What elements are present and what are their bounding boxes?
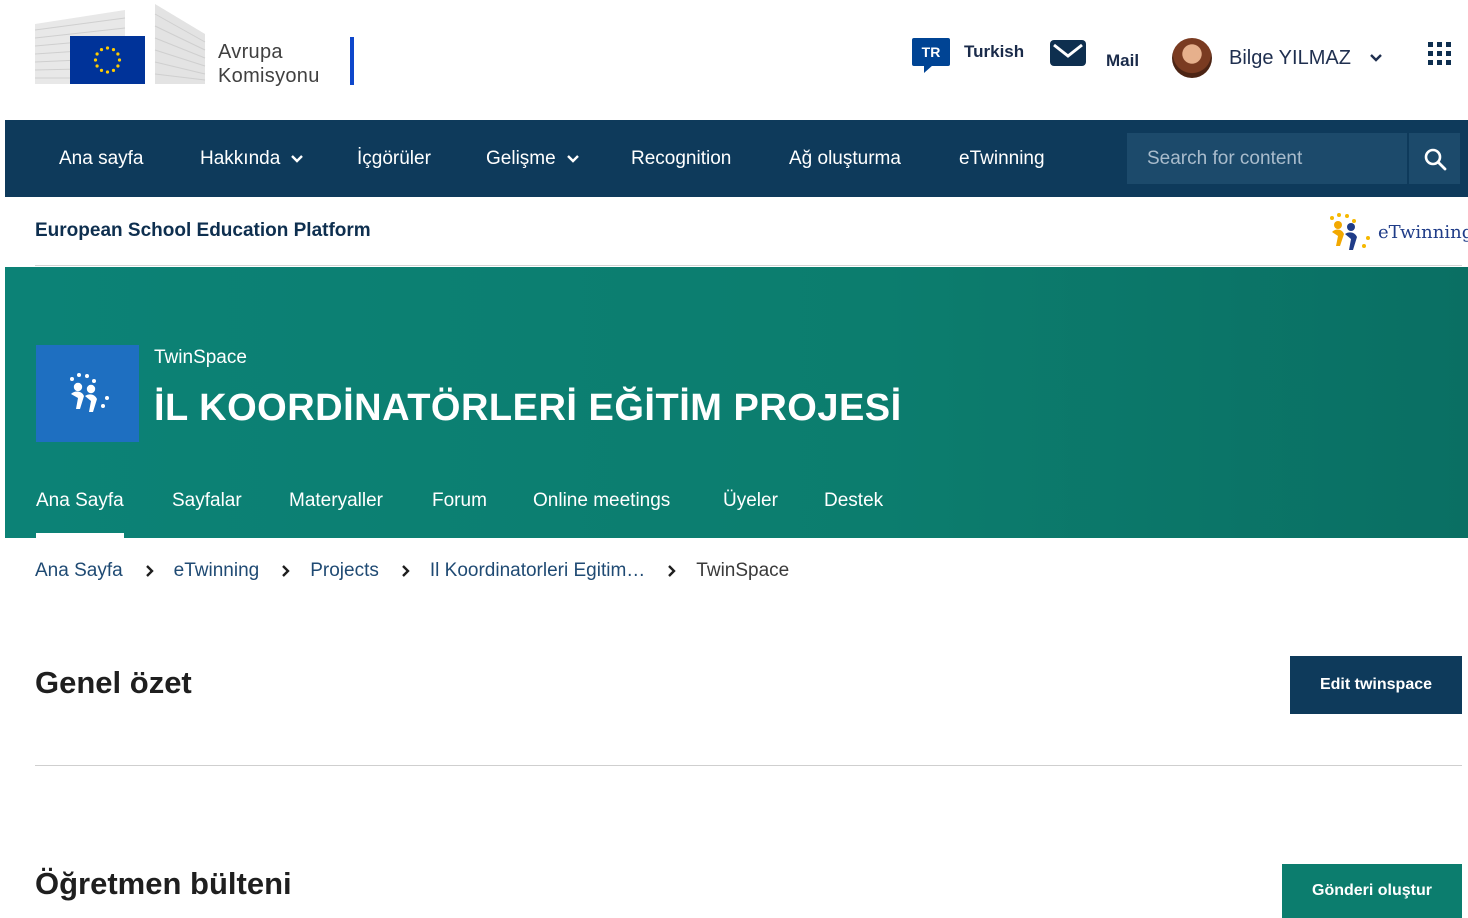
- create-post-button[interactable]: Gönderi oluştur: [1282, 864, 1462, 918]
- apps-grid-icon[interactable]: [1428, 42, 1452, 66]
- overview-title: Genel özet: [35, 665, 192, 700]
- teacher-bulletin-title: Öğretmen bülteni: [35, 866, 292, 901]
- tab-members[interactable]: Üyeler: [723, 490, 778, 538]
- nav-item-label: Recognition: [631, 147, 732, 169]
- tab-label: Materyaller: [289, 490, 383, 511]
- etwinning-figures-icon: [69, 372, 109, 412]
- avatar: [1172, 38, 1212, 78]
- create-post-label: Gönderi oluştur: [1312, 882, 1432, 899]
- etwinning-logo[interactable]: eTwinning: [1324, 212, 1468, 252]
- tab-label: Online meetings: [533, 490, 671, 511]
- platform-title[interactable]: European School Education Platform: [35, 220, 371, 242]
- chevron-down-icon: [1370, 54, 1382, 62]
- search-input[interactable]: Search for content: [1127, 133, 1407, 184]
- language-code-badge: TR: [912, 38, 950, 73]
- language-selector[interactable]: TR Turkish: [912, 38, 1025, 73]
- platform-divider: [35, 265, 1462, 266]
- user-menu[interactable]: Bilge YILMAZ: [1172, 38, 1383, 78]
- twinspace-logo: [36, 345, 139, 442]
- tab-materials[interactable]: Materyaller: [289, 490, 383, 538]
- mail-icon: [1050, 40, 1086, 66]
- twinspace-label: TwinSpace: [154, 347, 247, 368]
- breadcrumb-separator: [401, 564, 411, 578]
- search-icon: [1424, 148, 1446, 170]
- ec-logo-text: Avrupa Komisyonu: [218, 40, 320, 88]
- nav-item-networking[interactable]: Ağ oluşturma: [789, 120, 901, 197]
- nav-item-about[interactable]: Hakkında: [200, 120, 304, 197]
- nav-item-label: Ağ oluşturma: [789, 147, 901, 169]
- site-header: Avrupa Komisyonu TR Turkish Mail Bilge Y…: [0, 0, 1468, 120]
- ec-logo-divider: [350, 37, 354, 85]
- language-label: Turkish: [964, 42, 1025, 61]
- breadcrumb-separator: [281, 564, 291, 578]
- chevron-down-icon: [291, 154, 304, 163]
- section-divider: [35, 765, 1462, 766]
- nav-item-insights[interactable]: İçgörüler: [357, 120, 431, 197]
- breadcrumb-separator: [145, 564, 155, 578]
- edit-twinspace-button[interactable]: Edit twinspace: [1290, 656, 1462, 714]
- search-placeholder: Search for content: [1147, 147, 1303, 169]
- tab-label: Ana Sayfa: [36, 490, 124, 511]
- nav-item-label: İçgörüler: [357, 147, 431, 169]
- nav-item-home[interactable]: Ana sayfa: [59, 120, 144, 197]
- nav-item-recognition[interactable]: Recognition: [631, 120, 731, 197]
- chevron-right-icon: [145, 565, 154, 577]
- tab-label: Sayfalar: [172, 490, 242, 511]
- chevron-down-icon: [566, 154, 579, 163]
- tab-support[interactable]: Destek: [824, 490, 883, 538]
- breadcrumb-current: TwinSpace: [696, 560, 790, 581]
- nav-item-label: eTwinning: [959, 147, 1045, 169]
- edit-twinspace-label: Edit twinspace: [1319, 676, 1433, 693]
- tab-label: Üyeler: [723, 490, 778, 511]
- breadcrumb: Ana Sayfa eTwinning Projects Il Koordina…: [35, 560, 789, 582]
- tab-pages[interactable]: Sayfalar: [172, 490, 242, 538]
- breadcrumb-link[interactable]: Projects: [310, 560, 379, 582]
- etwinning-logo-text: eTwinning: [1378, 221, 1468, 243]
- project-title: İL KOORDİNATÖRLERİ EĞİTİM PROJESİ: [154, 387, 902, 429]
- chevron-right-icon: [668, 565, 676, 577]
- nav-item-label: Hakkında: [200, 147, 281, 169]
- main-navigation: Ana sayfa Hakkında İçgörüler Gelişme Rec…: [5, 120, 1468, 197]
- breadcrumb-separator: [667, 564, 677, 578]
- etwinning-figures-icon: [1330, 213, 1370, 250]
- tab-home[interactable]: Ana Sayfa: [36, 490, 124, 538]
- ec-building-icon: [34, 4, 206, 84]
- nav-item-etwinning[interactable]: eTwinning: [959, 120, 1045, 197]
- ec-logo-line1: Avrupa: [218, 41, 283, 63]
- breadcrumb-link[interactable]: Ana Sayfa: [35, 560, 123, 582]
- tab-online-meetings[interactable]: Online meetings: [533, 490, 670, 538]
- nav-item-development[interactable]: Gelişme: [486, 120, 580, 197]
- chevron-right-icon: [282, 565, 290, 577]
- user-name: Bilge YILMAZ: [1229, 46, 1351, 69]
- tab-label: Forum: [432, 490, 487, 511]
- mail-label: Mail: [1106, 51, 1140, 70]
- ec-logo-line2: Komisyonu: [218, 65, 320, 87]
- mail-link[interactable]: Mail: [1050, 40, 1139, 71]
- search-button[interactable]: [1409, 133, 1460, 184]
- nav-item-label: Gelişme: [486, 147, 556, 169]
- tab-label: Destek: [824, 490, 884, 511]
- nav-item-label: Ana sayfa: [59, 147, 144, 169]
- breadcrumb-link[interactable]: Il Koordinatorleri Egitim…: [430, 560, 645, 582]
- chevron-right-icon: [402, 565, 410, 577]
- twinspace-hero: TwinSpace İL KOORDİNATÖRLERİ EĞİTİM PROJ…: [5, 267, 1468, 538]
- tab-forum[interactable]: Forum: [432, 490, 487, 538]
- breadcrumb-link[interactable]: eTwinning: [174, 560, 260, 582]
